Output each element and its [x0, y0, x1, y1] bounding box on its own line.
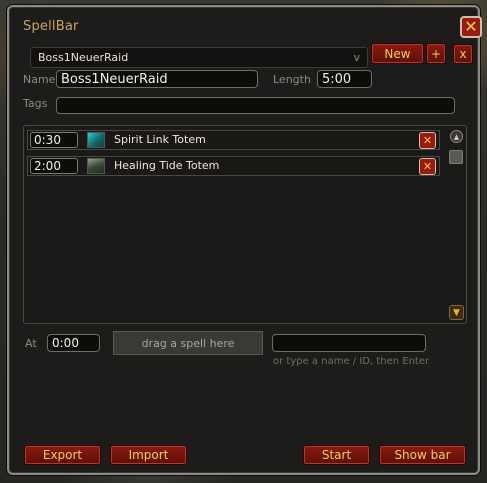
chevron-up-icon: ▲	[453, 132, 460, 141]
add-raid-button[interactable]: +	[426, 43, 446, 64]
window-title: SpellBar	[23, 19, 79, 34]
length-label: Length	[273, 73, 311, 86]
delete-spell-button[interactable]: ✕	[419, 132, 436, 149]
spell-search-input[interactable]	[272, 334, 426, 352]
close-icon: ✕	[464, 17, 478, 36]
raid-dropdown[interactable]: Boss1NeuerRaid v	[30, 47, 368, 68]
spell-search-hint: or type a name / ID, then Enter	[273, 356, 430, 367]
export-button[interactable]: Export	[24, 445, 101, 465]
spell-row: 0:30 Spirit Link Totem ✕	[27, 130, 440, 150]
tags-input[interactable]	[56, 97, 455, 114]
name-label: Name	[23, 73, 56, 86]
show-bar-button[interactable]: Show bar	[379, 445, 466, 465]
delete-spell-button[interactable]: ✕	[419, 158, 436, 175]
chevron-down-icon: v	[353, 51, 360, 64]
spell-time-input[interactable]: 0:30	[30, 132, 78, 148]
import-button[interactable]: Import	[110, 445, 187, 465]
close-icon: ✕	[422, 134, 433, 147]
spell-time-input[interactable]: 2:00	[30, 158, 78, 174]
scrollbar-thumb[interactable]	[449, 150, 463, 164]
new-button[interactable]: New	[371, 43, 424, 64]
spellbar-window: SpellBar ✕ Boss1NeuerRaid v New + x Name…	[7, 5, 482, 475]
close-icon: ✕	[422, 160, 433, 173]
scroll-up-button[interactable]: ▲	[450, 130, 463, 143]
close-button[interactable]: ✕	[460, 16, 482, 38]
name-input[interactable]: Boss1NeuerRaid	[56, 70, 258, 88]
spell-name: Spirit Link Totem	[114, 133, 206, 146]
length-input[interactable]: 5:00	[317, 70, 372, 88]
raid-dropdown-value: Boss1NeuerRaid	[38, 51, 129, 64]
tags-label: Tags	[23, 97, 48, 110]
spell-list: 0:30 Spirit Link Totem ✕ 2:00 Healing Ti…	[23, 125, 467, 324]
healing-tide-totem-icon	[87, 158, 105, 174]
spirit-link-totem-icon	[87, 132, 105, 148]
spell-row: 2:00 Healing Tide Totem ✕	[27, 156, 440, 176]
scroll-down-button[interactable]: ▼	[449, 305, 464, 320]
spell-drop-zone[interactable]: drag a spell here	[113, 331, 263, 355]
start-button[interactable]: Start	[303, 445, 370, 465]
spell-name: Healing Tide Totem	[114, 159, 220, 172]
chevron-down-icon: ▼	[453, 307, 460, 318]
remove-raid-button[interactable]: x	[453, 44, 473, 64]
at-label: At	[25, 337, 37, 350]
at-time-input[interactable]: 0:00	[47, 334, 100, 352]
